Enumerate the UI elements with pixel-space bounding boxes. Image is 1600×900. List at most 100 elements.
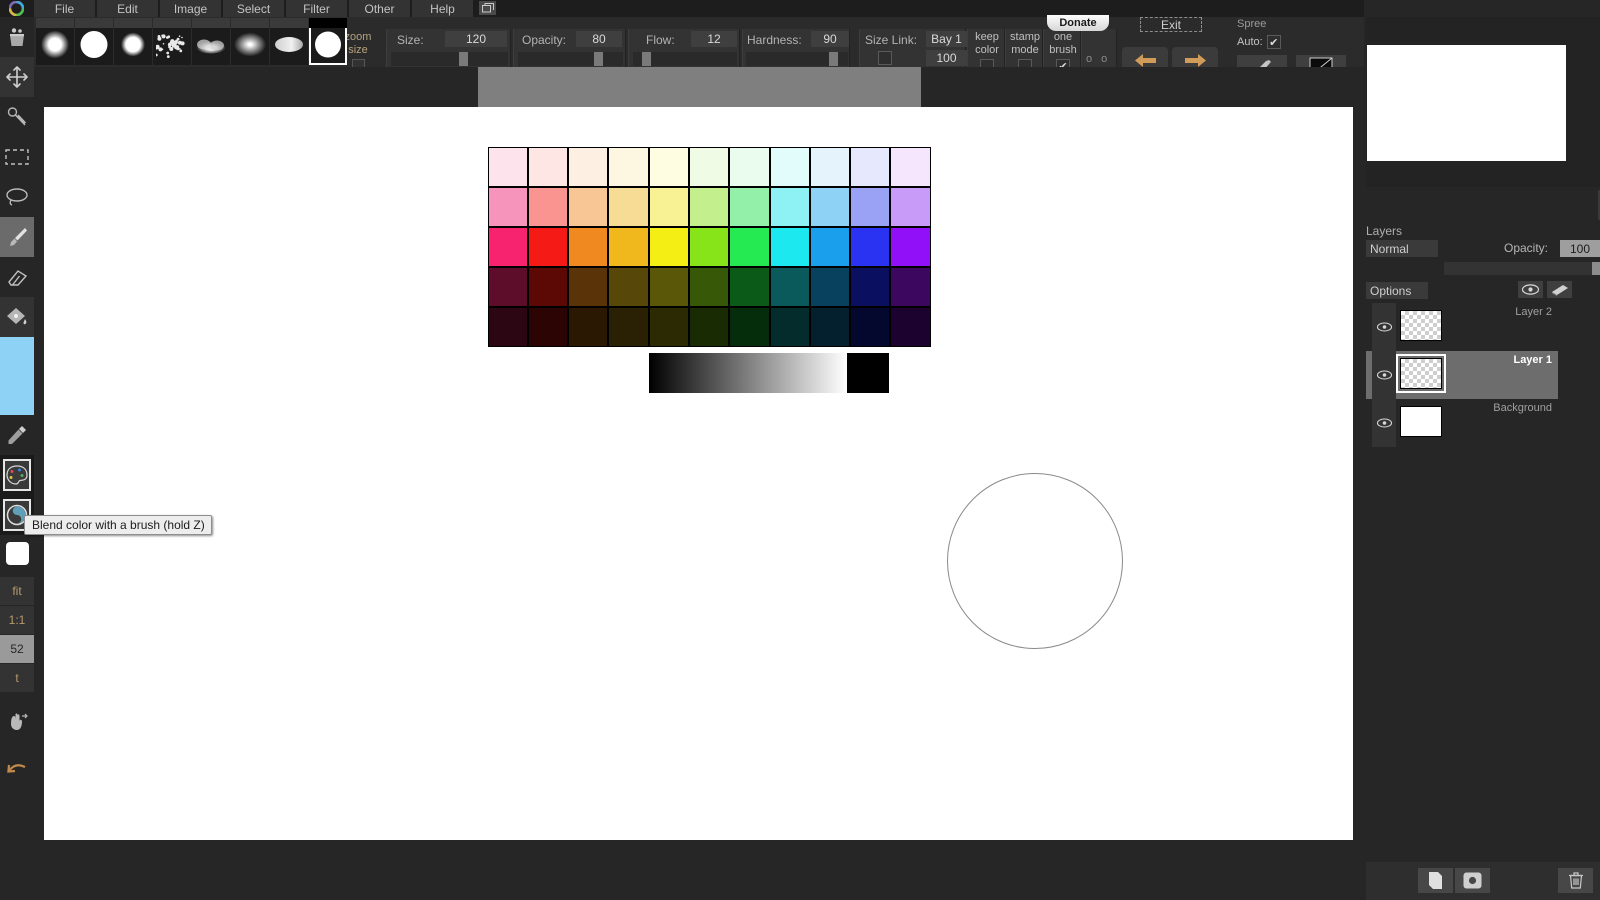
opacity-slider-thumb[interactable]: [594, 52, 603, 66]
tool-eraser[interactable]: [0, 257, 34, 297]
palette-swatch-r4-c3[interactable]: [608, 306, 649, 347]
palette-swatch-r1-c5[interactable]: [688, 186, 730, 227]
palette-swatch-r0-c0[interactable]: [487, 146, 528, 187]
palette-swatch-r2-c1[interactable]: [527, 226, 569, 267]
brush-preset-2[interactable]: [114, 18, 152, 65]
secondary-color-swatch[interactable]: [0, 535, 34, 571]
brush-preset-6[interactable]: [270, 18, 308, 65]
eye-icon[interactable]: [1518, 281, 1543, 298]
palette-swatch-r0-c7[interactable]: [769, 146, 810, 187]
palette-swatch-r1-c8[interactable]: [809, 186, 851, 227]
layer-opacity-slider-thumb[interactable]: [1592, 262, 1600, 275]
brush-preset-5[interactable]: [231, 18, 269, 65]
palette-swatch-r4-c10[interactable]: [890, 306, 931, 347]
stamp-mode-group[interactable]: stamp mode: [1005, 29, 1043, 73]
palette-swatch-r0-c1[interactable]: [527, 146, 569, 187]
palette-swatch-r3-c10[interactable]: [890, 266, 931, 307]
menu-file[interactable]: File: [34, 0, 95, 17]
layer-options-button[interactable]: Options: [1366, 282, 1428, 299]
palette-swatch-r2-c8[interactable]: [809, 226, 851, 267]
palette-swatch-r4-c2[interactable]: [568, 306, 609, 347]
palette-swatch-r2-c2[interactable]: [568, 226, 609, 267]
palette-swatch-r1-c1[interactable]: [527, 186, 569, 227]
opacity-slider[interactable]: [518, 52, 623, 66]
menu-image[interactable]: Image: [160, 0, 221, 17]
palette-swatch-r2-c9[interactable]: [850, 226, 891, 267]
palette-swatch-r2-c10[interactable]: [890, 226, 931, 267]
keep-color-group[interactable]: keep color: [967, 29, 1005, 73]
layer-visibility-eye-icon[interactable]: [1372, 303, 1396, 351]
blend-mode-select[interactable]: Normal: [1366, 240, 1438, 257]
zoom-level[interactable]: 52: [0, 635, 34, 663]
opacity-value[interactable]: 80: [576, 31, 622, 47]
palette-swatch-r0-c5[interactable]: [688, 146, 730, 187]
color-wheel-icon[interactable]: [3, 0, 29, 17]
tool-rect-select[interactable]: [0, 137, 34, 177]
palette-swatch-r3-c5[interactable]: [688, 266, 730, 307]
palette-swatch-r1-c9[interactable]: [850, 186, 891, 227]
mask-icon[interactable]: [1547, 281, 1572, 298]
palette-swatch-r1-c0[interactable]: [487, 186, 528, 227]
brush-preset-3[interactable]: [152, 18, 191, 65]
layer-visibility-eye-icon[interactable]: [1372, 351, 1396, 399]
menu-other[interactable]: Other: [349, 0, 410, 17]
palette-swatch-r4-c0[interactable]: [487, 306, 528, 347]
brush-preset-0[interactable]: [36, 18, 74, 65]
palette-swatch-r1-c3[interactable]: [608, 186, 649, 227]
palette-swatch-r0-c9[interactable]: [850, 146, 891, 187]
layer-opacity-value[interactable]: 100: [1560, 240, 1600, 257]
palette-swatch-r4-c9[interactable]: [850, 306, 891, 347]
bay-label[interactable]: Bay 1: [926, 31, 967, 47]
layer-row[interactable]: Layer 2: [1366, 303, 1558, 351]
white-swatch[interactable]: [889, 353, 930, 393]
menu-help[interactable]: Help: [412, 0, 473, 17]
exit-button[interactable]: Exit: [1140, 17, 1202, 32]
tool-lasso[interactable]: [0, 177, 34, 217]
palette-swatch-r1-c7[interactable]: [769, 186, 810, 227]
tool-move[interactable]: [0, 57, 34, 97]
hardness-slider-thumb[interactable]: [829, 52, 838, 66]
palette-swatch-r2-c6[interactable]: [729, 226, 770, 267]
palette-swatch-r4-c5[interactable]: [688, 306, 730, 347]
flow-value[interactable]: 12: [691, 31, 737, 47]
palette-swatch-r1-c10[interactable]: [890, 186, 931, 227]
palette-swatch-r2-c5[interactable]: [688, 226, 730, 267]
palette-swatch-r2-c0[interactable]: [487, 226, 528, 267]
tool-brush[interactable]: [0, 217, 34, 257]
tool-palette[interactable]: [0, 455, 34, 495]
layer-row[interactable]: Layer 1: [1366, 351, 1558, 399]
one-brush-group[interactable]: one brush ✔: [1043, 29, 1081, 73]
more-options-group[interactable]: o o o: [1081, 29, 1117, 77]
brush-preset-7[interactable]: [309, 18, 347, 65]
layer-opacity-slider[interactable]: [1444, 262, 1600, 275]
grayscale-gradient[interactable]: [649, 353, 847, 393]
tool-pan-hand[interactable]: [0, 702, 34, 742]
palette-swatch-r0-c2[interactable]: [568, 146, 609, 187]
palette-swatch-r4-c6[interactable]: [729, 306, 770, 347]
black-swatch[interactable]: [847, 353, 889, 393]
primary-color-swatch[interactable]: [0, 337, 34, 415]
palette-swatch-r3-c8[interactable]: [809, 266, 851, 307]
flow-slider-thumb[interactable]: [642, 52, 651, 66]
palette-swatch-r4-c8[interactable]: [809, 306, 851, 347]
restore-window-icon[interactable]: [479, 1, 496, 15]
menu-select[interactable]: Select: [223, 0, 284, 17]
size-value[interactable]: 120: [445, 31, 507, 47]
size-link-checkbox[interactable]: [878, 51, 892, 65]
menu-filter[interactable]: Filter: [286, 0, 347, 17]
palette-swatch-r3-c6[interactable]: [729, 266, 770, 307]
palette-swatch-r0-c10[interactable]: [890, 146, 931, 187]
palette-swatch-r0-c8[interactable]: [809, 146, 851, 187]
zoom-one-to-one[interactable]: 1:1: [0, 606, 34, 634]
palette-swatch-r3-c4[interactable]: [648, 266, 689, 307]
layer-row[interactable]: Background: [1366, 399, 1558, 447]
palette-swatch-r1-c4[interactable]: [648, 186, 689, 227]
tool-magic-wand[interactable]: [0, 97, 34, 137]
tool-fill[interactable]: [0, 297, 34, 337]
palette-swatch-r0-c4[interactable]: [648, 146, 689, 187]
delete-layer-button[interactable]: [1558, 868, 1593, 893]
canvas[interactable]: [44, 107, 1353, 840]
palette-swatch-r4-c7[interactable]: [769, 306, 810, 347]
palette-swatch-r3-c7[interactable]: [769, 266, 810, 307]
palette-swatch-r0-c6[interactable]: [729, 146, 770, 187]
